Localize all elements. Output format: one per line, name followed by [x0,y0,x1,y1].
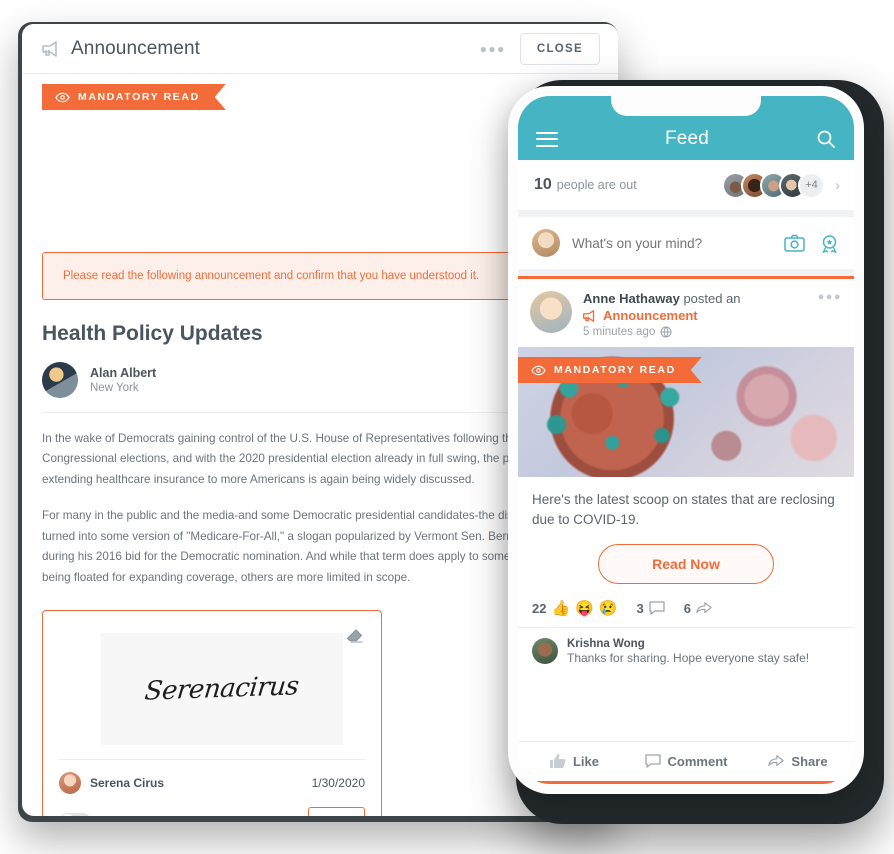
author-avatar [42,362,78,398]
post-image: MANDATORY READ [518,347,854,477]
post-comment: Krishna Wong Thanks for sharing. Hope ev… [518,628,854,675]
comment-content: Krishna Wong Thanks for sharing. Hope ev… [567,638,809,665]
comment-text: Thanks for sharing. Hope everyone stay s… [567,650,810,665]
mandatory-read-badge: MANDATORY READ [518,357,702,383]
commenter-name: Krishna Wong [567,637,645,650]
post-header: Anne Hathaway posted an Announcement 5 m… [518,279,854,347]
author-location: New York [90,382,139,394]
phone-device: Feed 10 people are out +4 › What's on yo… [508,86,864,794]
eraser-icon[interactable] [345,627,365,645]
people-out-row[interactable]: 10 people are out +4 › [518,160,854,210]
phone-screen: Feed 10 people are out +4 › What's on yo… [518,96,854,784]
reaction-emoji[interactable]: 😝 [575,601,594,616]
share-button[interactable]: Share [742,753,854,769]
chevron-right-icon[interactable]: › [835,177,840,194]
more-options-button[interactable]: ●●● [480,42,506,56]
cancel-button[interactable]: Cancel [257,814,294,816]
signature-actions: Sign by username Cancel Done [59,807,365,816]
app-navbar: Feed [518,96,854,160]
camera-icon[interactable] [784,234,805,253]
post-more-options-button[interactable]: ●●● [818,291,842,338]
close-button[interactable]: CLOSE [519,32,600,65]
feed-title: Feed [664,128,710,149]
sign-by-username-label: Sign by username [103,814,200,816]
navbar-content: Feed [518,118,854,160]
share-label: Share [791,753,828,769]
feed-post: Anne Hathaway posted an Announcement 5 m… [518,276,854,784]
reaction-emoji[interactable]: 👍 [551,601,570,616]
read-now-button[interactable]: Read Now [598,543,774,584]
post-reactions-bar: 22 👍 😝 😢 3 6 [518,588,854,628]
globe-icon [660,326,672,338]
eye-icon [531,365,546,376]
megaphone-icon [583,309,595,322]
post-author-name[interactable]: Anne Hathaway [583,291,680,306]
reaction-emoji[interactable]: 😢 [599,601,618,616]
sign-by-username-toggle[interactable] [59,812,91,816]
post-timestamp: 5 minutes ago [583,326,656,338]
signature-text: Serenacirus [143,671,301,707]
post-header-text: Anne Hathaway posted an Announcement 5 m… [583,291,818,338]
eye-icon [55,92,70,103]
post-author-line: Anne Hathaway posted an [583,291,818,306]
done-button[interactable]: Done [308,807,365,816]
signer-avatar [59,772,81,795]
people-out-count: 10 [534,176,552,193]
like-label: Like [572,753,599,769]
post-composer [518,217,854,269]
mandatory-read-badge: MANDATORY READ [42,84,226,110]
post-author-avatar[interactable] [530,291,572,333]
people-out-avatars: +4 [722,171,825,199]
author-info: Alan Albert New York [90,366,156,394]
comment-count: 3 [636,600,644,616]
post-body-text: Here's the latest scoop on states that a… [532,492,835,528]
phone-notch [611,96,761,116]
reaction-count: 22 [532,600,547,616]
window-header: Announcement ●●● CLOSE [22,24,618,74]
post-meta-row: 5 minutes ago [583,326,818,338]
extra-people-badge: +4 [798,171,825,199]
signature-pad[interactable]: Serenacirus [101,633,343,746]
comment-button[interactable]: Comment [630,753,742,769]
share-icon [768,755,785,767]
post-action-text: posted an [683,291,741,306]
screenshot-stage: Announcement ●●● CLOSE MANDATORY READ Pl… [0,0,894,854]
comment-icon[interactable] [649,601,665,615]
thumbs-up-icon [549,754,566,768]
award-icon[interactable] [819,234,840,253]
post-bottom-accent [518,781,854,784]
comment-icon [644,754,661,768]
megaphone-icon [42,40,57,57]
search-icon[interactable] [816,129,836,149]
signature-date: 1/30/2020 [311,776,365,791]
hamburger-icon[interactable] [536,131,558,147]
composer-input[interactable] [572,235,770,251]
post-type-label: Announcement [603,308,698,323]
share-icon[interactable] [696,601,712,615]
people-out-label: people are out [556,178,637,192]
like-button[interactable]: Like [518,753,630,769]
author-name: Alan Albert [90,366,157,380]
post-type-row: Announcement [583,308,818,323]
page-title: Announcement [71,37,201,59]
current-user-avatar [532,229,560,257]
virus-illustration [538,370,693,462]
signer-name: Serena Cirus [90,776,165,791]
commenter-avatar[interactable] [532,637,558,664]
comment-label: Comment [667,753,728,769]
share-count: 6 [683,600,691,616]
mandatory-read-label: MANDATORY READ [554,364,676,376]
mandatory-read-label: MANDATORY READ [78,91,200,103]
signature-card: Serenacirus Serena Cirus 1/30/2020 Sign … [42,610,382,816]
signature-meta: Serena Cirus 1/30/2020 [59,759,365,795]
post-action-bar: Like Comment Share [518,741,854,781]
